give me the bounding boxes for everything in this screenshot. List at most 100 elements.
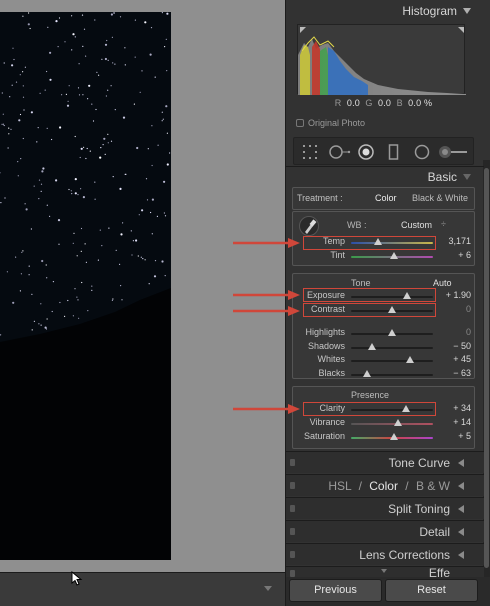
panel-switch-icon[interactable] [290, 528, 295, 535]
panel-switch-icon[interactable] [290, 459, 295, 466]
treatment-row: Treatment : Color Black & White [292, 187, 475, 210]
slider-knob-tint[interactable] [390, 252, 399, 259]
annotation-arrow-temp [233, 238, 300, 248]
panel-switch-icon[interactable] [290, 570, 295, 577]
bw-tab[interactable]: B & W [416, 479, 450, 493]
presence-title: Presence [351, 390, 390, 400]
slider-label-whites[interactable]: Whites [293, 354, 345, 364]
original-photo-toggle[interactable]: Original Photo [296, 118, 365, 128]
treatment-label: Treatment : [297, 193, 343, 203]
slider-value-shadows[interactable]: − 50 [439, 341, 471, 351]
wb-preset-select[interactable]: Custom [401, 220, 432, 230]
slider-label-shadows[interactable]: Shadows [293, 341, 345, 351]
lens-corrections-expand-icon[interactable] [458, 551, 464, 559]
presence-box: Presence Clarity + 34 Vibrance + 14 Saturati… [292, 386, 475, 449]
slider-track-shadows[interactable] [351, 346, 433, 349]
lens-corrections-panel[interactable]: Lens Corrections [286, 543, 484, 565]
hsl-tab[interactable]: HSL [328, 479, 351, 493]
effects-panel[interactable]: Effe [286, 566, 484, 577]
slider-value-blacks[interactable]: − 63 [439, 368, 471, 378]
histogram-collapse-icon[interactable] [463, 8, 471, 14]
annotation-arrow-exposure [233, 290, 300, 300]
split-toning-title[interactable]: Split Toning [388, 502, 450, 516]
slider-value-contrast[interactable]: 0 [439, 304, 471, 314]
auto-tone-button[interactable]: Auto [433, 278, 452, 288]
toolbar-menu-icon[interactable] [264, 586, 272, 591]
split-toning-panel[interactable]: Split Toning [286, 497, 484, 519]
red-eye-icon[interactable] [358, 144, 374, 160]
slider-knob-vibrance[interactable] [393, 419, 402, 426]
slider-track-vibrance[interactable] [351, 423, 433, 425]
basic-title[interactable]: Basic [428, 170, 457, 184]
detail-panel[interactable]: Detail [286, 520, 484, 542]
slider-label-saturation[interactable]: Saturation [293, 431, 345, 441]
slider-knob-highlights[interactable] [388, 329, 396, 336]
split-toning-expand-icon[interactable] [458, 505, 464, 513]
slider-label-vibrance[interactable]: Vibrance [293, 417, 345, 427]
panel-switch-icon[interactable] [290, 482, 295, 489]
tab-separator: / [358, 479, 362, 493]
tool-strip [293, 137, 474, 165]
highlight-box-exposure [303, 288, 436, 302]
night-sky-photo[interactable] [0, 12, 171, 560]
graduated-filter-icon[interactable] [388, 144, 400, 160]
histogram-title[interactable]: Histogram [402, 4, 457, 18]
slider-knob-saturation[interactable] [390, 433, 399, 440]
slider-value-tint[interactable]: + 6 [439, 250, 471, 260]
color-tab[interactable]: Color [369, 479, 398, 493]
tone-title: Tone [351, 278, 371, 288]
slider-value-exposure[interactable]: + 1.90 [439, 290, 471, 300]
filmstrip-toolbar [0, 572, 285, 606]
panel-scrollbar-thumb[interactable] [484, 168, 489, 568]
histogram-chart [298, 27, 466, 95]
highlight-box-temp [303, 236, 436, 250]
slider-knob-blacks[interactable] [362, 369, 371, 377]
slider-value-vibrance[interactable]: + 14 [439, 417, 471, 427]
slider-value-temp[interactable]: 3,171 [439, 236, 471, 246]
hsl-expand-icon[interactable] [458, 482, 464, 490]
bottom-button-bar: Previous Reset [286, 577, 490, 606]
detail-expand-icon[interactable] [458, 528, 464, 536]
reset-button[interactable]: Reset [385, 579, 478, 602]
slider-value-highlights[interactable]: 0 [439, 327, 471, 337]
tone-curve-expand-icon[interactable] [458, 459, 464, 467]
panel-switch-icon[interactable] [290, 551, 295, 558]
treatment-color-option[interactable]: Color [375, 193, 397, 203]
slider-knob-shadows[interactable] [367, 342, 376, 350]
tone-curve-title[interactable]: Tone Curve [389, 456, 450, 470]
slider-value-saturation[interactable]: + 5 [439, 431, 471, 441]
slider-label-highlights[interactable]: Highlights [293, 327, 345, 337]
basic-collapse-icon[interactable] [463, 174, 471, 180]
adjustment-brush-icon[interactable] [438, 144, 468, 160]
slider-label-tint[interactable]: Tint [293, 250, 345, 260]
mouse-cursor-icon [71, 571, 83, 586]
b-value: 0.0 [408, 98, 422, 108]
hsl-panel[interactable]: HSL / Color / B & W [286, 474, 484, 496]
crop-overlay-icon[interactable] [302, 144, 318, 160]
r-label: R [334, 98, 342, 108]
histogram-graph[interactable] [297, 24, 466, 95]
panel-switch-icon[interactable] [290, 505, 295, 512]
scroll-down-icon[interactable] [381, 569, 387, 573]
lens-corrections-title[interactable]: Lens Corrections [359, 548, 450, 562]
detail-title[interactable]: Detail [419, 525, 450, 539]
g-label: G [365, 98, 373, 108]
wb-dropdown-icon[interactable]: ÷ [441, 219, 446, 229]
radial-filter-icon[interactable] [414, 144, 430, 160]
tone-curve-panel[interactable]: Tone Curve [286, 451, 484, 473]
stars-layer [0, 12, 171, 560]
effects-title[interactable]: Effe [429, 567, 450, 577]
treatment-bw-option[interactable]: Black & White [412, 193, 468, 203]
slider-label-blacks[interactable]: Blacks [293, 368, 345, 378]
slider-value-whites[interactable]: + 45 [439, 354, 471, 364]
slider-value-clarity[interactable]: + 34 [439, 403, 471, 413]
slider-track-whites[interactable] [351, 360, 433, 362]
histogram-readout: R 0.0 G 0.0 B 0.0 % [286, 98, 481, 108]
b-label: B [396, 98, 403, 108]
slider-knob-whites[interactable] [406, 356, 415, 363]
checkbox-icon[interactable] [296, 119, 304, 127]
previous-button[interactable]: Previous [289, 579, 382, 602]
wb-eyedropper-icon[interactable] [299, 215, 319, 237]
wb-label: WB : [347, 220, 367, 230]
spot-removal-icon[interactable] [328, 144, 352, 160]
